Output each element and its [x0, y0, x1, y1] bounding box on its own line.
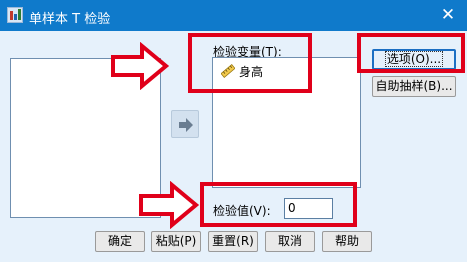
annotation-arrow-icon: [111, 42, 170, 90]
move-variable-button[interactable]: [171, 110, 199, 138]
ok-button[interactable]: 确定: [95, 231, 145, 252]
arrow-right-icon: [179, 118, 193, 132]
bootstrap-button[interactable]: 自助抽样(B)...: [372, 76, 456, 97]
cancel-button[interactable]: 取消: [265, 231, 315, 252]
reset-button[interactable]: 重置(R): [208, 231, 258, 252]
annotation-box-test-value: [200, 182, 357, 227]
annotation-arrow-icon: [139, 181, 200, 229]
annotation-box-options: [357, 33, 465, 73]
close-button[interactable]: ✕: [434, 2, 462, 28]
title-bar: 单样本 T 检验 ✕: [0, 0, 467, 31]
window-title: 单样本 T 检验: [29, 12, 111, 27]
annotation-box-test-variables: [188, 33, 312, 93]
help-button[interactable]: 帮助: [322, 231, 372, 252]
paste-button[interactable]: 粘贴(P): [151, 231, 201, 252]
spss-app-icon: [7, 7, 23, 23]
